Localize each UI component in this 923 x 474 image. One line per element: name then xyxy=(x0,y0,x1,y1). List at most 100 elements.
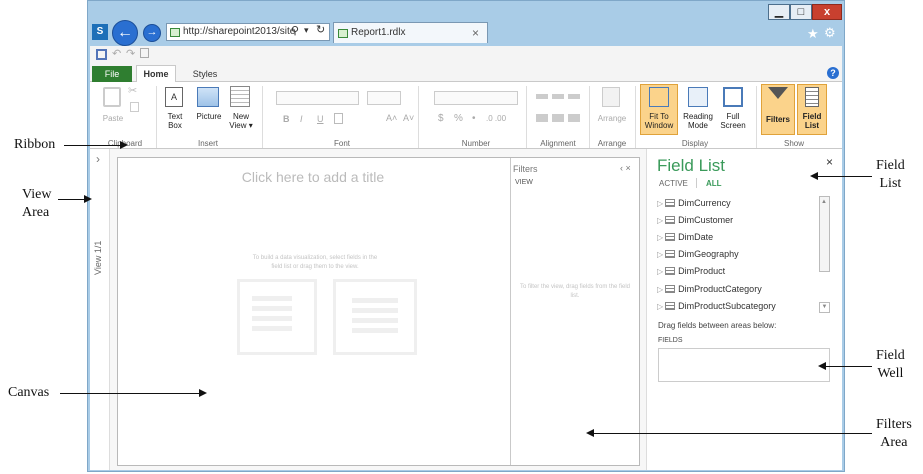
field-list-close-icon[interactable]: × xyxy=(826,155,833,169)
text-box-button[interactable]: Text Box xyxy=(160,112,190,130)
back-icon[interactable]: ← xyxy=(112,20,138,46)
field-item-dimproduct[interactable]: ▷ DimProduct xyxy=(657,264,725,278)
callout-line-filters-area xyxy=(594,433,872,434)
field-item-dimproductsubcategory[interactable]: ▷ DimProductSubcategory xyxy=(657,299,776,313)
arrange-icon[interactable] xyxy=(602,87,620,107)
decimal-buttons[interactable]: .0 .00 xyxy=(486,114,506,123)
search-icon[interactable]: ⚲ xyxy=(291,24,299,37)
paste-icon[interactable] xyxy=(103,87,121,107)
comma-button[interactable]: • xyxy=(472,113,476,124)
scroll-up-icon[interactable]: ▲ xyxy=(821,199,827,205)
number-group-label: Number xyxy=(461,139,491,148)
field-item-label: DimCurrency xyxy=(678,198,731,208)
callout-view-area-line2: Area xyxy=(22,205,50,220)
undo-icon[interactable]: ↶ xyxy=(112,47,121,60)
font-color-icon[interactable] xyxy=(334,113,343,124)
tab-close-icon[interactable]: × xyxy=(472,23,479,43)
filters-area[interactable] xyxy=(510,158,639,465)
full-screen-icon[interactable] xyxy=(723,87,743,107)
separator xyxy=(635,86,636,148)
field-item-label: DimGeography xyxy=(678,249,739,259)
callout-line-ribbon xyxy=(64,145,122,146)
cut-icon[interactable]: ✂ xyxy=(128,84,137,97)
separator xyxy=(589,86,590,148)
minimize-button[interactable]: ▁ xyxy=(768,4,790,20)
save-icon[interactable] xyxy=(96,49,107,60)
refresh-icon[interactable]: ↻ xyxy=(316,23,325,36)
italic-button[interactable]: I xyxy=(300,114,303,124)
text-box-icon[interactable]: A xyxy=(165,87,183,107)
expand-arrow-icon: ▷ xyxy=(657,233,664,242)
browser-tab[interactable]: Report1.rdlx × xyxy=(333,22,488,43)
callout-view-area-line1: View xyxy=(22,187,52,202)
tab-home[interactable]: Home xyxy=(136,65,176,83)
help-icon[interactable]: ? xyxy=(827,67,839,79)
field-item-dimdate[interactable]: ▷ DimDate xyxy=(657,230,713,244)
maximize-button[interactable]: □ xyxy=(790,4,812,20)
fit-to-window-line1: Fit To xyxy=(649,112,669,121)
callout-arrow-canvas xyxy=(199,389,207,397)
tab-file[interactable]: File xyxy=(92,66,132,82)
view-area[interactable] xyxy=(90,149,110,470)
full-screen-button[interactable]: Full Screen xyxy=(716,112,750,130)
field-item-label: DimProductCategory xyxy=(678,284,762,294)
underline-button[interactable]: U xyxy=(317,114,324,124)
field-item-dimproductcategory[interactable]: ▷ DimProductCategory xyxy=(657,282,762,296)
tab-styles[interactable]: Styles xyxy=(185,66,225,82)
grow-font-button[interactable]: A˄ xyxy=(386,113,397,123)
filters-collapse-close-icons[interactable]: ‹ × xyxy=(620,163,631,173)
paste-button-label[interactable]: Paste xyxy=(98,114,128,123)
field-item-dimcurrency[interactable]: ▷ DimCurrency xyxy=(657,196,731,210)
show-group-label: Show xyxy=(783,139,804,148)
shrink-font-button[interactable]: A˅ xyxy=(403,113,414,123)
percent-button[interactable]: % xyxy=(454,113,463,124)
tab-active-fields[interactable]: ACTIVE xyxy=(659,179,688,188)
new-view-button[interactable]: New View ▾ xyxy=(226,112,256,130)
table-watermark-icon xyxy=(237,279,317,355)
reading-mode-line2: Mode xyxy=(687,121,708,130)
horizontal-align-icons[interactable] xyxy=(536,114,580,122)
fields-well-label: FIELDS xyxy=(658,337,683,344)
expand-arrow-icon: ▷ xyxy=(657,250,664,259)
separator xyxy=(262,86,263,148)
field-list-scrollbar[interactable]: ▲ xyxy=(819,196,830,272)
field-item-dimgeography[interactable]: ▷ DimGeography xyxy=(657,247,739,261)
tab-all-fields[interactable]: ALL xyxy=(706,179,722,188)
settings-gear-icon[interactable]: ⚙ xyxy=(824,25,836,41)
redo-icon[interactable]: ↷ xyxy=(126,47,135,60)
callout-line-field-well xyxy=(826,366,872,367)
picture-button[interactable]: Picture xyxy=(192,112,226,121)
table-icon xyxy=(665,233,676,241)
field-item-label: DimCustomer xyxy=(678,215,734,225)
vertical-align-icons[interactable] xyxy=(536,94,580,99)
arrange-group-label: Arrange xyxy=(597,139,627,148)
tab-title: Report1.rdlx xyxy=(351,27,406,38)
filters-toggle-label: Filters xyxy=(765,115,790,124)
font-family-dropdown[interactable] xyxy=(276,91,359,105)
picture-icon[interactable] xyxy=(197,87,219,107)
reading-mode-icon[interactable] xyxy=(688,87,708,107)
currency-button[interactable]: $ xyxy=(438,113,444,124)
full-screen-line2: Screen xyxy=(720,121,746,130)
page-icon xyxy=(170,28,180,37)
new-view-label-line2: View ▾ xyxy=(229,121,253,130)
title-placeholder[interactable]: Click here to add a title xyxy=(200,169,426,185)
close-button[interactable]: x xyxy=(812,4,842,20)
forward-icon[interactable]: → xyxy=(143,24,161,42)
dropdown-arrow-icon[interactable]: ▾ xyxy=(304,25,309,36)
field-item-dimcustomer[interactable]: ▷ DimCustomer xyxy=(657,213,733,227)
font-size-dropdown[interactable] xyxy=(367,91,401,105)
bold-button[interactable]: B xyxy=(283,114,290,124)
new-view-icon[interactable] xyxy=(230,86,250,107)
field-well-box[interactable] xyxy=(658,348,830,382)
view-expand-chevron-icon[interactable]: › xyxy=(96,152,100,166)
scroll-down-icon[interactable]: ▼ xyxy=(819,302,830,313)
refresh-data-icon[interactable] xyxy=(140,48,149,58)
table-icon xyxy=(665,302,676,310)
callout-canvas: Canvas xyxy=(8,385,50,400)
copy-icon[interactable] xyxy=(130,102,139,112)
favorites-star-icon[interactable]: ★ xyxy=(807,26,819,42)
number-format-dropdown[interactable] xyxy=(434,91,518,105)
arrange-button[interactable]: Arrange xyxy=(595,114,629,123)
reading-mode-button[interactable]: Reading Mode xyxy=(680,112,716,130)
